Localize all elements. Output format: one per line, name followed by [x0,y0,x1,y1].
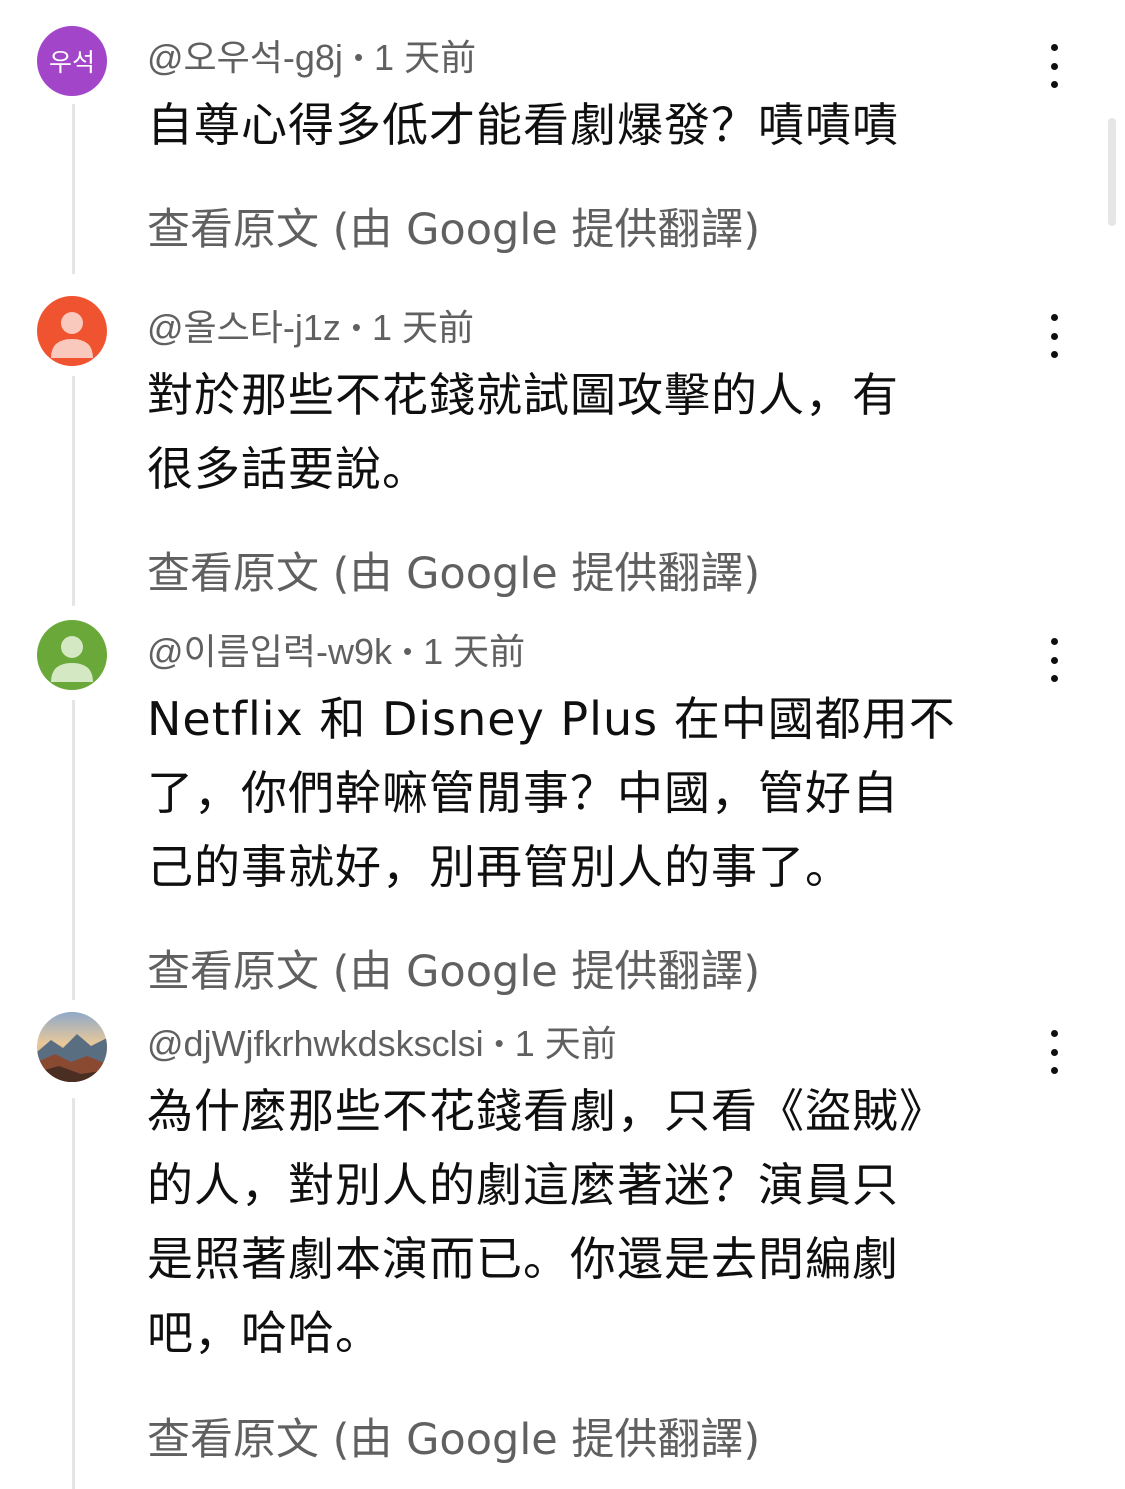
separator-dot: • [351,312,362,342]
separator-dot: • [403,636,413,666]
comment-meta: @이름입력-w9k • 1 天前 [147,630,525,677]
more-vertical-icon-dot [1050,351,1058,358]
more-vertical-icon [1050,44,1058,51]
more-options-button[interactable] [1038,314,1070,358]
person-icon [51,636,93,682]
username[interactable]: @올스타-j1z [147,307,341,348]
comment-text: 對於那些不花錢就試圖攻擊的人，有 很多話要說。 [147,368,899,496]
thread-line [72,104,75,274]
more-vertical-icon-dot [1050,332,1058,340]
view-original-link[interactable]: 查看原文 (由 Google 提供翻譯) [147,1412,760,1468]
username[interactable]: @이름입력-w9k [147,631,392,672]
thread-line [72,1098,75,1489]
username[interactable]: @오우석-g8j [147,37,343,78]
comment-text: 為什麼那些不花錢看劇，只看《盜賊》 的人，對別人的劇這麼著迷？演員只 是照著劇本… [147,1084,946,1360]
comment-text: Netflix 和 Disney Plus 在中國都用不 了，你們幹嘛管閒事？中… [147,692,956,894]
comment-meta: @올스타-j1z • 1 天前 [147,306,474,353]
avatar[interactable] [37,296,107,366]
more-vertical-icon [1050,638,1058,645]
more-vertical-icon-dot [1050,656,1058,664]
comment-text: 自尊心得多低才能看劇爆發？嘖嘖嘖 [147,98,899,152]
comment-meta: @오우석-g8j • 1 天前 [147,36,476,83]
more-options-button[interactable] [1038,44,1070,88]
more-vertical-icon-dot [1050,675,1058,682]
more-vertical-icon [1050,314,1058,321]
more-vertical-icon-dot [1050,81,1058,88]
avatar[interactable] [37,620,107,690]
username[interactable]: @djWjfkrhwkdsksclsi [147,1023,484,1064]
more-options-button[interactable] [1038,638,1070,682]
separator-dot: • [494,1028,504,1058]
view-original-link[interactable]: 查看原文 (由 Google 提供翻譯) [147,546,760,602]
view-original-link[interactable]: 查看原文 (由 Google 提供翻譯) [147,202,760,258]
timestamp: 1 天前 [374,37,477,78]
more-vertical-icon-dot [1050,62,1058,70]
thread-line [72,700,75,1000]
timestamp: 1 天前 [372,307,475,348]
person-icon [51,312,93,358]
more-vertical-icon-dot [1050,1067,1058,1074]
more-vertical-icon [1050,1030,1058,1037]
more-options-button[interactable] [1038,1030,1070,1074]
view-original-link[interactable]: 查看原文 (由 Google 提供翻譯) [147,944,760,1000]
avatar[interactable] [37,1012,107,1082]
scrollbar[interactable] [1108,118,1116,226]
landscape-avatar-image [37,1012,107,1082]
avatar[interactable]: 우석 [37,26,107,96]
thread-line [72,376,75,606]
separator-dot: • [353,42,364,72]
timestamp: 1 天前 [423,631,526,672]
timestamp: 1 天前 [514,1023,617,1064]
more-vertical-icon-dot [1050,1048,1058,1056]
comment-meta: @djWjfkrhwkdsksclsi • 1 天前 [147,1022,617,1069]
